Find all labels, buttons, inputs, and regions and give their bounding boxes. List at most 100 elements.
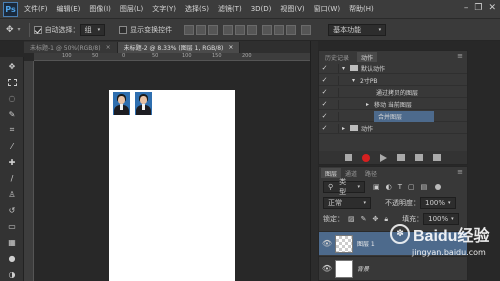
- auto-select-value: 组: [84, 25, 92, 34]
- panel-menu-icon[interactable]: ≡: [457, 52, 463, 60]
- record-icon[interactable]: [362, 153, 370, 162]
- lock-label: 锁定：: [323, 215, 344, 223]
- blend-mode-dropdown[interactable]: 正常 ▾: [323, 197, 371, 209]
- close-button[interactable]: ✕: [488, 3, 496, 13]
- move-tool-icon[interactable]: ✥: [6, 61, 18, 71]
- expand-arrow-icon[interactable]: ▾: [352, 77, 360, 84]
- crop-tool-icon[interactable]: ⌗: [6, 125, 18, 135]
- stop-icon[interactable]: [345, 154, 352, 161]
- action-row[interactable]: ✓ 通过拷贝的图层: [319, 87, 467, 98]
- eraser-tool-icon[interactable]: ▭: [6, 221, 18, 231]
- lasso-tool-icon[interactable]: ◌: [6, 93, 18, 103]
- expand-arrow-icon[interactable]: ▸: [342, 125, 350, 132]
- align-middle-icon[interactable]: [196, 24, 207, 35]
- new-set-icon[interactable]: [397, 154, 405, 161]
- menu-layer[interactable]: 图层(L): [120, 4, 143, 14]
- menu-edit[interactable]: 编辑(E): [57, 4, 81, 14]
- tab-history[interactable]: 历史记录: [321, 52, 353, 62]
- align-top-icon[interactable]: [184, 24, 195, 35]
- menu-view[interactable]: 视图(V): [280, 4, 304, 14]
- action-row-selected[interactable]: ✓ 合并图层: [319, 110, 467, 122]
- restore-button[interactable]: ❐: [474, 3, 482, 13]
- menu-select[interactable]: 选择(S): [185, 4, 209, 14]
- tool-preset-chevron-icon[interactable]: ▾: [18, 26, 21, 33]
- history-brush-tool-icon[interactable]: ↺: [6, 205, 18, 215]
- eye-icon[interactable]: 👁︎: [319, 239, 335, 248]
- new-action-icon[interactable]: [415, 154, 423, 161]
- expand-arrow-icon[interactable]: ▾: [342, 65, 350, 72]
- marquee-tool-icon[interactable]: [6, 77, 18, 87]
- tools-panel: ✥ ◌ ✎ ⌗ ⁄ ✚ / ♙ ↺ ▭ ▦ ● ◑: [0, 57, 24, 281]
- healing-brush-tool-icon[interactable]: ✚: [6, 157, 18, 167]
- check-icon[interactable]: ✓: [319, 112, 330, 120]
- distribute-2-icon[interactable]: [274, 24, 285, 35]
- check-icon[interactable]: ✓: [319, 88, 330, 96]
- show-transform-checkbox[interactable]: [119, 25, 128, 34]
- action-row[interactable]: ✓ ▾ 默认动作: [319, 63, 467, 74]
- check-icon[interactable]: ✓: [319, 100, 330, 108]
- menu-help[interactable]: 帮助(H): [349, 4, 374, 14]
- check-icon[interactable]: ✓: [319, 64, 330, 72]
- menu-3d[interactable]: 3D(D): [251, 5, 272, 13]
- dodge-tool-icon[interactable]: ◑: [6, 269, 18, 279]
- opacity-input[interactable]: 100% ▾: [420, 197, 456, 209]
- tab-layers[interactable]: 图层: [321, 168, 342, 178]
- menu-window[interactable]: 窗口(W): [314, 4, 340, 14]
- type-filter-icon[interactable]: T: [398, 183, 402, 191]
- gradient-tool-icon[interactable]: ▦: [6, 237, 18, 247]
- close-icon[interactable]: ×: [106, 44, 111, 51]
- panel-menu-icon[interactable]: ≡: [457, 168, 463, 176]
- check-icon[interactable]: ✓: [319, 124, 330, 132]
- trash-icon[interactable]: [433, 154, 441, 161]
- filter-toggle-icon[interactable]: [435, 184, 442, 190]
- brush-tool-icon[interactable]: /: [6, 173, 18, 183]
- action-row[interactable]: ✓ ▸ 动作: [319, 123, 467, 134]
- align-center-icon[interactable]: [235, 24, 246, 35]
- layer-name[interactable]: 图层 1: [357, 239, 375, 248]
- menu-file[interactable]: 文件(F): [24, 4, 48, 14]
- workspace-dropdown[interactable]: 基本功能 ▾: [328, 23, 387, 36]
- tab-actions[interactable]: 动作: [357, 52, 378, 62]
- move-tool-icon[interactable]: ✥: [6, 25, 14, 35]
- menu-type[interactable]: 文字(Y): [152, 4, 176, 14]
- close-icon[interactable]: ×: [228, 44, 233, 51]
- blur-tool-icon[interactable]: ●: [6, 253, 18, 263]
- document-canvas[interactable]: [109, 90, 235, 281]
- distribute-icon[interactable]: [262, 24, 273, 35]
- check-icon[interactable]: ✓: [319, 76, 330, 84]
- eyedropper-tool-icon[interactable]: ⁄: [6, 141, 18, 151]
- tab-document-2[interactable]: 未标题-2 @ 8.33% (图层 1, RGB/8) ×: [117, 42, 241, 53]
- play-icon[interactable]: [380, 153, 387, 162]
- ruler-vertical: [24, 61, 34, 281]
- lock-all-icon[interactable]: 🔒︎: [384, 215, 388, 224]
- expand-arrow-icon[interactable]: ▸: [366, 101, 374, 108]
- 3d-mode-icon[interactable]: [301, 24, 312, 35]
- lock-transparency-icon[interactable]: ▨: [348, 215, 355, 224]
- smart-filter-icon[interactable]: ▤: [421, 183, 428, 191]
- action-row[interactable]: ✓ ▾ 2寸PB: [319, 75, 467, 86]
- shape-filter-icon[interactable]: ▢: [408, 183, 415, 191]
- kind-label: 类型: [339, 178, 347, 196]
- action-row[interactable]: ✓ ▸ 移动 当前图层: [319, 99, 467, 110]
- align-right-icon[interactable]: [247, 24, 258, 35]
- quick-select-tool-icon[interactable]: ✎: [6, 109, 18, 119]
- pixel-filter-icon[interactable]: ▣: [373, 183, 380, 191]
- minimize-button[interactable]: –: [464, 3, 469, 13]
- tab-document-1[interactable]: 未标题-1 @ 50%(RGB/8) ×: [24, 42, 118, 53]
- lock-pixels-icon[interactable]: ✎: [361, 215, 367, 224]
- menu-image[interactable]: 图像(I): [89, 4, 111, 14]
- auto-select-dropdown[interactable]: 组 ▾: [79, 23, 106, 36]
- layer-name[interactable]: 背景: [357, 264, 369, 273]
- menu-filter[interactable]: 滤镜(T): [218, 4, 242, 14]
- kind-filter-dropdown[interactable]: ⚲ 类型 ▾: [323, 178, 365, 196]
- lock-position-icon[interactable]: ✥: [373, 215, 379, 224]
- tab-paths[interactable]: 路径: [361, 168, 381, 178]
- distribute-3-icon[interactable]: [286, 24, 297, 35]
- align-bottom-icon[interactable]: [208, 24, 219, 35]
- opacity-value: 100%: [425, 199, 446, 207]
- eye-icon[interactable]: 👁︎: [319, 264, 335, 273]
- align-left-icon[interactable]: [223, 24, 234, 35]
- adjustment-filter-icon[interactable]: ◐: [386, 183, 392, 191]
- auto-select-checkbox[interactable]: [33, 25, 42, 34]
- clone-stamp-tool-icon[interactable]: ♙: [6, 189, 18, 199]
